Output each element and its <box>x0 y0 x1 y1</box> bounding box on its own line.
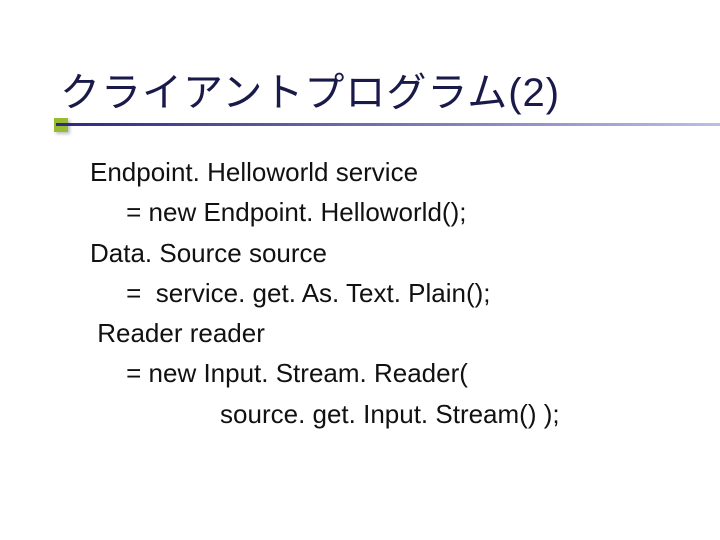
slide: クライアントプログラム(2) Endpoint. Helloworld serv… <box>0 0 720 540</box>
code-line: = new Input. Stream. Reader( <box>90 353 680 393</box>
code-line: Data. Source source <box>90 233 680 273</box>
title-accent-square <box>54 118 68 132</box>
code-line: source. get. Input. Stream() ); <box>90 394 680 434</box>
code-line: = new Endpoint. Helloworld(); <box>90 192 680 232</box>
code-line: Reader reader <box>90 313 680 353</box>
code-block: Endpoint. Helloworld service = new Endpo… <box>60 152 680 434</box>
title-text: クライアントプログラム(2) <box>60 71 560 115</box>
code-line: Endpoint. Helloworld service <box>90 152 680 192</box>
code-line: = service. get. As. Text. Plain(); <box>90 273 680 313</box>
slide-title: クライアントプログラム(2) <box>60 60 680 124</box>
